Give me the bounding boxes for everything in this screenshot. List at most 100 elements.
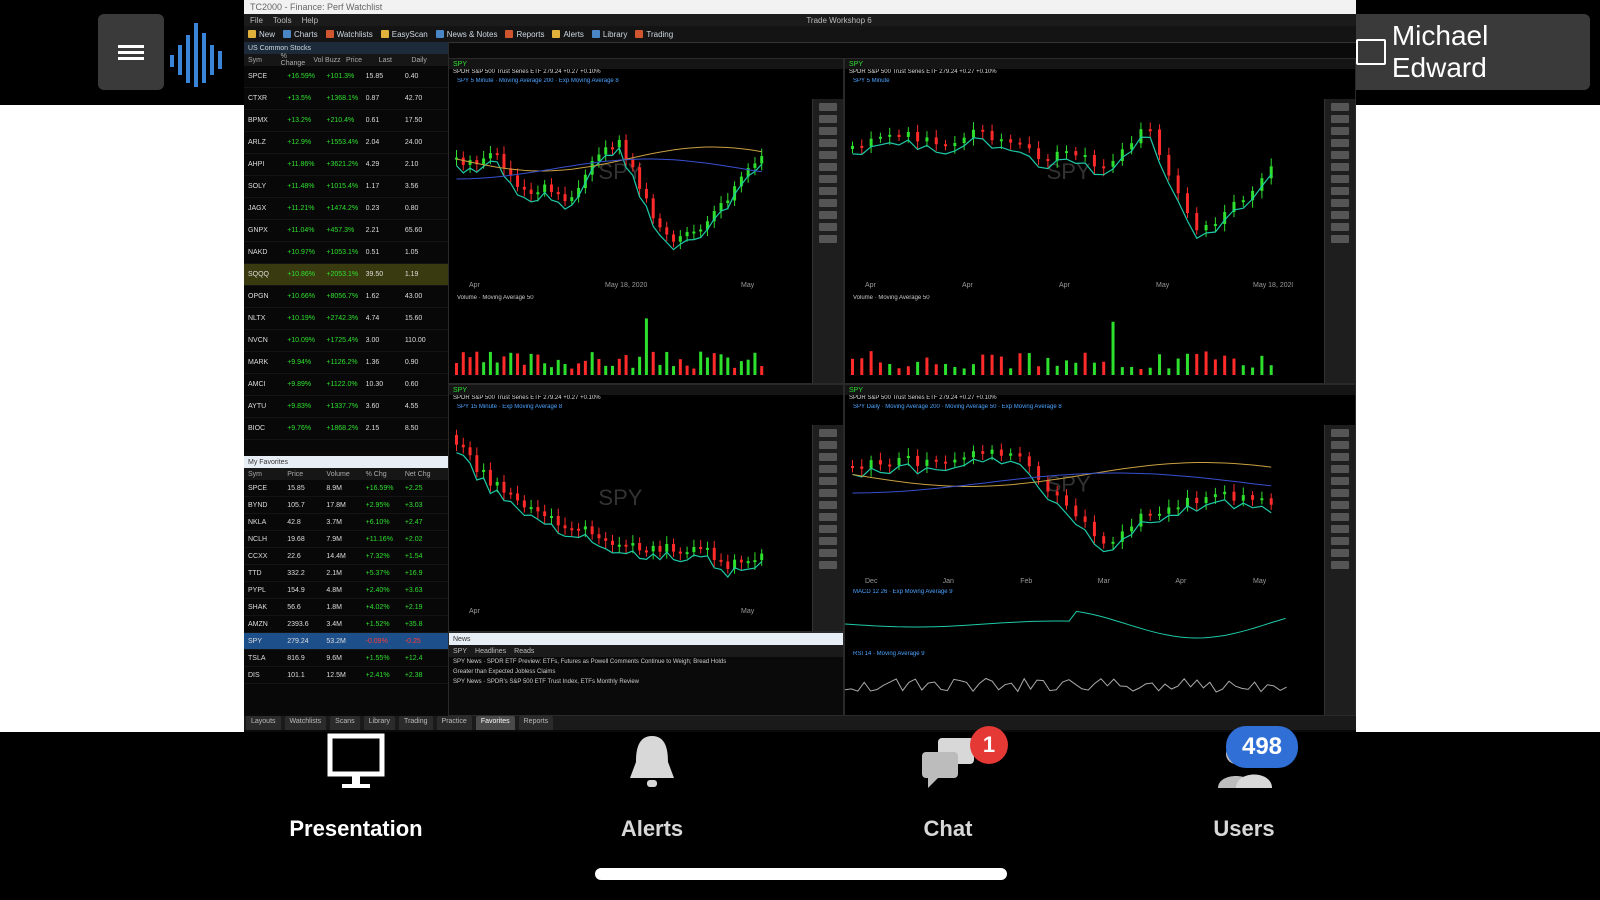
table-row[interactable]: NCLH 19.68 7.9M +11.16% +2.02 — [244, 531, 448, 548]
drawing-tool-icon[interactable] — [819, 187, 837, 195]
drawing-tool-icon[interactable] — [819, 199, 837, 207]
table-row[interactable]: TTD 332.2 2.1M +5.37% +16.9 — [244, 565, 448, 582]
column-header[interactable]: Volume — [326, 471, 365, 478]
table-row[interactable]: NLTX +10.19% +2742.3% 4.74 15.60 — [244, 308, 448, 330]
drawing-tool-icon[interactable] — [1331, 199, 1349, 207]
drawing-tool-icon[interactable] — [819, 561, 837, 569]
news-filter-item[interactable]: Headlines — [475, 648, 506, 655]
drawing-tool-icon[interactable] — [1331, 103, 1349, 111]
layout-tab[interactable]: Library — [363, 716, 396, 730]
chart-panel-bottom-right[interactable]: SPY SPDR S&P 500 Trust Series ETF 279.24 … — [844, 384, 1356, 716]
table-row[interactable]: CTXR +13.5% +1368.1% 0.87 42.70 — [244, 88, 448, 110]
column-header[interactable]: Daily — [411, 57, 444, 64]
layout-tab[interactable]: Scans — [330, 716, 360, 730]
drawing-tool-icon[interactable] — [1331, 151, 1349, 159]
drawing-tool-icon[interactable] — [819, 453, 837, 461]
drawing-tool-icon[interactable] — [1331, 465, 1349, 473]
column-header[interactable]: Vol Buzz — [313, 57, 346, 64]
hamburger-menu-button[interactable] — [98, 14, 164, 90]
toolbar-button[interactable]: Reports — [505, 30, 544, 39]
drawing-tool-icon[interactable] — [819, 525, 837, 533]
table-row[interactable]: AHPI +11.86% +3621.2% 4.29 2.10 — [244, 154, 448, 176]
chart-symbol[interactable]: SPY — [849, 61, 863, 68]
layout-tab[interactable]: Layouts — [246, 716, 281, 730]
drawing-tool-icon[interactable] — [1331, 525, 1349, 533]
drawing-tool-icon[interactable] — [1331, 115, 1349, 123]
drawing-tool-icon[interactable] — [819, 501, 837, 509]
table-row[interactable]: NKLA 42.8 3.7M +6.10% +2.47 — [244, 514, 448, 531]
nav-chat[interactable]: 1 Chat — [858, 726, 1038, 842]
toolbar-button[interactable]: New — [248, 30, 275, 39]
table-row[interactable]: JAGX +11.21% +1474.2% 0.23 0.80 — [244, 198, 448, 220]
layout-tab[interactable]: Trading — [399, 716, 433, 730]
table-row[interactable]: AYTU +9.83% +1337.7% 3.60 4.55 — [244, 396, 448, 418]
drawing-tool-icon[interactable] — [819, 441, 837, 449]
chart-symbol-bar[interactable]: SPY — [449, 385, 843, 395]
table-row[interactable]: AMCI +9.89% +1122.0% 10.30 0.60 — [244, 374, 448, 396]
drawing-tool-icon[interactable] — [819, 513, 837, 521]
drawing-tool-icon[interactable] — [1331, 127, 1349, 135]
drawing-tool-icon[interactable] — [819, 163, 837, 171]
drawing-tool-icon[interactable] — [819, 549, 837, 557]
drawing-tool-icon[interactable] — [1331, 163, 1349, 171]
column-header[interactable]: Price — [287, 471, 326, 478]
toolbar-button[interactable]: EasyScan — [380, 30, 428, 39]
table-row[interactable]: ARLZ +12.9% +1553.4% 2.04 24.00 — [244, 132, 448, 154]
chart-symbol[interactable]: SPY — [453, 61, 467, 68]
table-row[interactable]: GNPX +11.04% +457.3% 2.21 65.60 — [244, 220, 448, 242]
toolbar-button[interactable]: Library — [591, 30, 627, 39]
menu-item[interactable]: Help — [302, 16, 318, 25]
layout-tab[interactable]: Watchlists — [284, 716, 327, 730]
chart-symbol[interactable]: SPY — [849, 387, 863, 394]
table-row[interactable]: SQQQ +10.86% +2053.1% 39.50 1.19 — [244, 264, 448, 286]
drawing-tool-icon[interactable] — [819, 175, 837, 183]
news-filter-item[interactable]: Reads — [514, 648, 534, 655]
drawing-tool-icon[interactable] — [1331, 561, 1349, 569]
drawing-tool-icon[interactable] — [1331, 453, 1349, 461]
menu-item[interactable]: File — [250, 16, 263, 25]
toolbar-button[interactable]: News & Notes — [435, 30, 497, 39]
drawing-tool-icon[interactable] — [1331, 223, 1349, 231]
drawing-tool-icon[interactable] — [1331, 489, 1349, 497]
news-headline[interactable]: SPY News · SPDR's S&P 500 ETF Trust Inde… — [449, 677, 843, 687]
chart-panel-top-left[interactable]: SPY SPDR S&P 500 Trust Series ETF 279.24 … — [448, 58, 844, 384]
drawing-tool-icon[interactable] — [1331, 187, 1349, 195]
table-row[interactable]: SOLY +11.48% +1015.4% 1.17 3.56 — [244, 176, 448, 198]
drawing-tool-icon[interactable] — [1331, 501, 1349, 509]
presenter-pill[interactable]: Michael Edward — [1350, 14, 1590, 90]
toolbar-button[interactable]: Watchlists — [325, 30, 373, 39]
drawing-tool-icon[interactable] — [819, 115, 837, 123]
nav-users[interactable]: 498 Users — [1154, 726, 1334, 842]
drawing-tool-icon[interactable] — [1331, 477, 1349, 485]
toolbar-button[interactable]: Alerts — [552, 30, 584, 39]
toolbar-button[interactable]: Charts — [283, 30, 318, 39]
column-header[interactable]: Last — [379, 57, 412, 64]
column-header[interactable]: % Change — [281, 53, 314, 67]
table-row[interactable]: OPGN +10.66% +8056.7% 1.62 43.00 — [244, 286, 448, 308]
drawing-tool-icon[interactable] — [1331, 235, 1349, 243]
column-header[interactable]: % Chg — [366, 471, 405, 478]
chart-symbol-bar[interactable]: SPY — [449, 59, 843, 69]
table-row[interactable]: BYND 105.7 17.8M +2.95% +3.03 — [244, 497, 448, 514]
news-filter-item[interactable]: SPY — [453, 648, 467, 655]
drawing-tool-icon[interactable] — [1331, 537, 1349, 545]
toolbar-button[interactable]: Trading — [635, 30, 673, 39]
chart-symbol-bar[interactable]: SPY — [845, 59, 1355, 69]
layout-tab[interactable]: Practice — [436, 716, 472, 730]
table-row[interactable]: SHAK 56.6 1.8M +4.02% +2.19 — [244, 599, 448, 616]
drawing-tool-icon[interactable] — [819, 127, 837, 135]
chart-panel-bottom-left[interactable]: SPY SPDR S&P 500 Trust Series ETF 279.24 … — [448, 384, 844, 632]
table-row[interactable]: DIS 101.1 12.5M +2.41% +2.38 — [244, 667, 448, 684]
layout-tab[interactable]: Favorites — [475, 716, 515, 730]
table-row[interactable]: BPMX +13.2% +210.4% 0.61 17.50 — [244, 110, 448, 132]
drawing-tool-icon[interactable] — [1331, 211, 1349, 219]
column-header[interactable]: Net Chg — [405, 471, 444, 478]
news-headline[interactable]: SPY News · SPDR ETF Preview: ETFs, Futur… — [449, 657, 843, 667]
nav-presentation[interactable]: Presentation — [266, 732, 446, 842]
table-row[interactable]: PYPL 154.9 4.8M +2.40% +3.63 — [244, 582, 448, 599]
table-row[interactable]: NVCN +10.09% +1725.4% 3.00 110.00 — [244, 330, 448, 352]
chart-panel-top-right[interactable]: SPY SPDR S&P 500 Trust Series ETF 279.24 … — [844, 58, 1356, 384]
table-row[interactable]: SPCE +16.59% +101.3% 15.85 0.40 — [244, 66, 448, 88]
drawing-tool-icon[interactable] — [819, 151, 837, 159]
chart-symbol-bar[interactable]: SPY — [845, 385, 1355, 395]
